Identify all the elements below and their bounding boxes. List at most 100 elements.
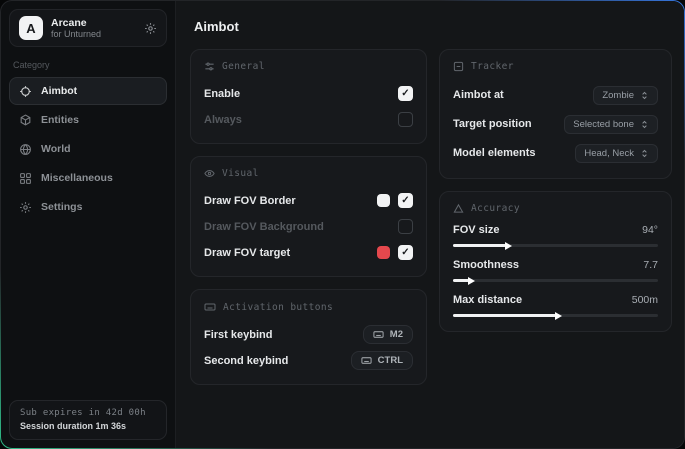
- fov-background-checkbox[interactable]: ✓: [398, 219, 413, 234]
- slider-fill: [453, 314, 556, 317]
- main-panel: Aimbot General Enable ✓ Always ✓: [176, 1, 684, 448]
- slider-fill: [453, 279, 469, 282]
- sidebar-item-aimbot[interactable]: Aimbot: [9, 77, 167, 105]
- sidebar-item-label: Aimbot: [41, 85, 77, 97]
- app-subtitle: for Unturned: [51, 29, 136, 39]
- setting-label: Draw FOV Background: [204, 221, 324, 233]
- arcane-window: A Arcane for Unturned Category Aimbot: [1, 1, 684, 448]
- slider-handle[interactable]: [555, 312, 562, 320]
- max-distance-slider[interactable]: [453, 314, 658, 317]
- keyboard-icon: [373, 329, 384, 340]
- card-general: General Enable ✓ Always ✓: [190, 49, 427, 144]
- entities-icon: [19, 114, 32, 127]
- enable-checkbox[interactable]: ✓: [398, 86, 413, 101]
- setting-label: Model elements: [453, 147, 536, 159]
- setting-row: Always ✓: [204, 108, 413, 131]
- subscription-info: Sub expires in 42d 00h Session duration …: [9, 400, 167, 440]
- keybind-value: M2: [390, 329, 403, 340]
- slider-label: FOV size: [453, 224, 499, 236]
- category-label: Category: [13, 60, 163, 70]
- smoothness-slider[interactable]: [453, 279, 658, 282]
- model-elements-select[interactable]: Head, Neck: [575, 144, 658, 163]
- unfold-icon: [640, 120, 649, 129]
- fov-size-slider-group: FOV size 94°: [453, 224, 658, 247]
- visual-header: Visual: [204, 168, 413, 179]
- second-keybind-button[interactable]: CTRL: [351, 351, 413, 370]
- color-swatch[interactable]: [377, 194, 390, 207]
- box-minus-icon: [453, 61, 464, 72]
- card-activation: Activation buttons First keybind M2 Seco…: [190, 289, 427, 385]
- setting-label: Enable: [204, 88, 240, 100]
- check-icon: ✓: [401, 196, 409, 206]
- general-header: General: [204, 61, 413, 72]
- tracker-header: Tracker: [453, 61, 658, 72]
- sub-expires-text: Sub expires in 42d 00h: [20, 408, 156, 418]
- fov-size-slider[interactable]: [453, 244, 658, 247]
- crosshair-icon: [19, 85, 32, 98]
- select-value: Head, Neck: [584, 148, 634, 159]
- eye-icon: [204, 168, 215, 179]
- fov-border-checkbox[interactable]: ✓: [398, 193, 413, 208]
- sidebar-item-miscellaneous[interactable]: Miscellaneous: [9, 164, 167, 192]
- slider-handle[interactable]: [468, 277, 475, 285]
- card-visual: Visual Draw FOV Border ✓ Draw FOV Backgr…: [190, 156, 427, 277]
- fov-target-checkbox[interactable]: ✓: [398, 245, 413, 260]
- first-keybind-button[interactable]: M2: [363, 325, 413, 344]
- select-value: Zombie: [602, 90, 634, 101]
- sidebar-nav: Aimbot Entities World Miscellaneous: [9, 77, 167, 221]
- settings-gear-icon: [19, 201, 32, 214]
- check-icon: ✓: [401, 89, 409, 99]
- window-frame: A Arcane for Unturned Category Aimbot: [0, 0, 685, 449]
- sidebar-item-world[interactable]: World: [9, 135, 167, 163]
- app-name: Arcane: [51, 17, 136, 29]
- setting-row: First keybind M2: [204, 323, 413, 346]
- section-title: Visual: [222, 168, 259, 179]
- unfold-icon: [640, 149, 649, 158]
- brand-text: Arcane for Unturned: [51, 17, 136, 39]
- aimbot-at-select[interactable]: Zombie: [593, 86, 658, 105]
- sidebar-item-label: World: [41, 143, 71, 155]
- setting-label: Draw FOV target: [204, 247, 290, 259]
- slider-handle[interactable]: [505, 242, 512, 250]
- setting-row: Draw FOV Background ✓: [204, 215, 413, 238]
- page-title: Aimbot: [194, 19, 672, 34]
- globe-icon: [19, 143, 32, 156]
- select-value: Selected bone: [573, 119, 634, 130]
- always-checkbox[interactable]: ✓: [398, 112, 413, 127]
- setting-row: Target position Selected bone: [453, 111, 658, 137]
- section-title: Accuracy: [471, 203, 520, 214]
- setting-label: Always: [204, 114, 242, 126]
- color-swatch[interactable]: [377, 246, 390, 259]
- sidebar: A Arcane for Unturned Category Aimbot: [1, 1, 176, 448]
- slider-label: Smoothness: [453, 259, 519, 271]
- setting-label: Target position: [453, 118, 532, 130]
- triangle-icon: [453, 203, 464, 214]
- setting-row: Aimbot at Zombie: [453, 82, 658, 108]
- sidebar-item-label: Entities: [41, 114, 79, 126]
- grid-icon: [19, 172, 32, 185]
- target-position-select[interactable]: Selected bone: [564, 115, 658, 134]
- setting-label: Second keybind: [204, 355, 288, 367]
- max-distance-slider-group: Max distance 500m: [453, 294, 658, 317]
- activation-header: Activation buttons: [204, 301, 413, 313]
- check-icon: ✓: [401, 248, 409, 258]
- keyboard-icon: [204, 301, 216, 313]
- card-tracker: Tracker Aimbot at Zombie Target position…: [439, 49, 672, 179]
- sidebar-item-label: Settings: [41, 201, 82, 213]
- brand-card: A Arcane for Unturned: [9, 9, 167, 47]
- sidebar-item-entities[interactable]: Entities: [9, 106, 167, 134]
- setting-row: Second keybind CTRL: [204, 349, 413, 372]
- keybind-value: CTRL: [378, 355, 403, 366]
- slider-value: 500m: [632, 294, 658, 306]
- sidebar-item-label: Miscellaneous: [41, 172, 113, 184]
- setting-label: Aimbot at: [453, 89, 504, 101]
- slider-value: 7.7: [643, 259, 658, 271]
- card-accuracy: Accuracy FOV size 94° Smoothness: [439, 191, 672, 332]
- setting-row: Enable ✓: [204, 82, 413, 105]
- slider-label: Max distance: [453, 294, 522, 306]
- setting-label: First keybind: [204, 329, 272, 341]
- gear-icon[interactable]: [144, 22, 157, 35]
- setting-row: Draw FOV target ✓: [204, 241, 413, 264]
- sidebar-item-settings[interactable]: Settings: [9, 193, 167, 221]
- sliders-icon: [204, 61, 215, 72]
